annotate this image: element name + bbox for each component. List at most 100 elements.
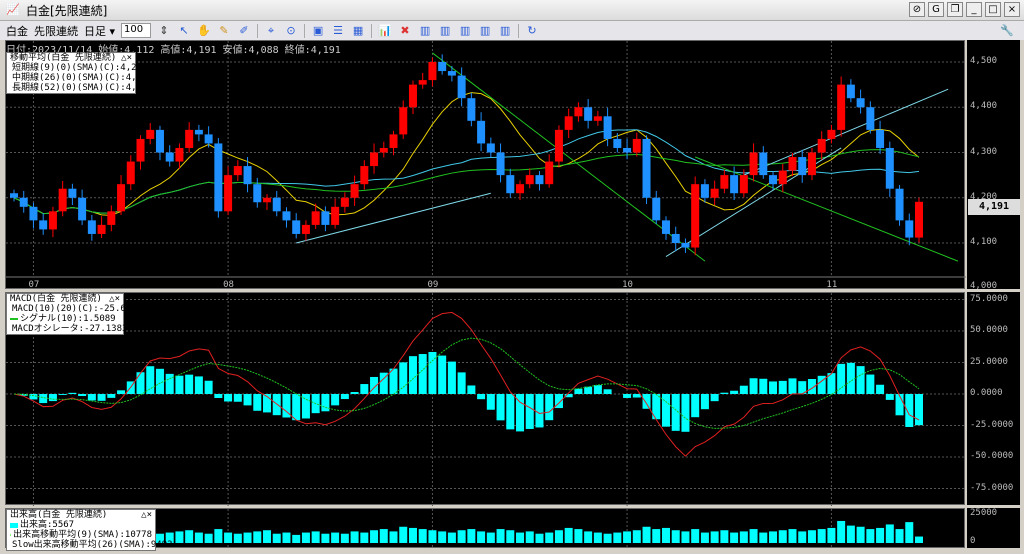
volume-bar [603,533,612,543]
indicator-5-icon[interactable]: ▥ [498,24,512,38]
volume-bar [516,532,525,543]
oscillator-bar [97,394,106,401]
up-circle-icon[interactable]: ⊙ [284,24,298,38]
oscillator-bar [632,394,641,398]
candle [769,175,778,185]
oscillator-bar [87,394,96,401]
candle [457,75,466,99]
volume-bar [506,530,515,543]
volume-bar [730,532,739,543]
oscillator-bar [408,356,417,394]
candle [807,152,816,176]
volume-bar [418,529,427,543]
indicator-3-icon[interactable]: ▥ [458,24,472,38]
candle [233,166,242,176]
volume-bar [447,532,456,543]
volume-bar [574,529,583,543]
volume-bar [272,533,281,543]
slow-volume-ma-label: Slow出来高移動平均(26)(SMA):9493 [12,540,173,550]
draw-line-icon[interactable]: ✐ [237,24,251,38]
volume-bar [632,530,641,543]
link-icon[interactable]: ⊘ [909,2,925,17]
oscillator-bar [720,392,729,394]
indicator-icon[interactable]: 📊 [378,24,392,38]
macd-tick: 0.0000 [970,388,1003,398]
minimize-button[interactable]: _ [966,2,982,17]
volume-bar [340,533,349,543]
volume-bar [817,529,826,543]
legend-close-icon[interactable]: △× [109,294,120,304]
oscillator-bar [175,375,184,394]
pencil-icon[interactable]: ✎ [217,24,231,38]
grid-icon[interactable]: ▦ [351,24,365,38]
macd-legend-title: MACD(白金 先限連続) [10,294,102,304]
copy-window-icon[interactable]: ❐ [947,2,963,17]
volume-bar [331,532,340,543]
oscillator-bar [525,394,534,429]
volume-bar [593,532,602,543]
refresh-g-icon[interactable]: G [928,2,944,17]
oscillator-bar [438,355,447,394]
trend-line [743,88,949,176]
candle [389,134,398,148]
volume-bar [623,531,632,543]
candle [48,211,57,230]
oscillator-bar [535,394,544,428]
maximize-button[interactable]: □ [985,2,1001,17]
legend-close-icon[interactable]: △× [141,510,152,520]
candle [68,188,77,198]
candle [243,166,252,185]
reload-icon[interactable]: ↻ [525,24,539,38]
volume-bar [204,533,213,543]
candle [584,107,593,121]
hand-icon[interactable]: ✋ [197,24,211,38]
contract-selector[interactable]: 先限連続 [34,23,78,39]
oscillator-bar [185,374,194,394]
chart-settings-icon[interactable]: ▣ [311,24,325,38]
volume-tick: 25000 [970,508,998,518]
candle [263,197,272,203]
price-tick: 4,100 [970,237,998,247]
macd-tick: 75.0000 [970,294,1008,304]
symbol-selector[interactable]: 白金 [6,23,28,39]
candle [554,129,563,162]
volume-bar [321,533,330,543]
oscillator-bar [642,394,651,409]
oscillator-bar [447,361,456,394]
divider [518,23,520,38]
close-button[interactable]: × [1004,2,1020,17]
indicator-4-icon[interactable]: ▥ [478,24,492,38]
indicator-2-icon[interactable]: ▥ [438,24,452,38]
oscillator-bar [321,394,330,412]
candle [29,206,38,221]
pointer-icon[interactable]: ↖ [177,24,191,38]
month-label: 07 [28,280,39,290]
list-icon[interactable]: ☰ [331,24,345,38]
volume-bar [214,529,223,543]
oscillator-bar [846,362,855,394]
macd-chart[interactable] [6,293,966,554]
macd-panel[interactable] [5,292,966,554]
crosshair-icon[interactable]: ⌖ [264,24,278,38]
period-dropdown[interactable]: 日足 ▾ [84,23,115,39]
candle [778,170,787,185]
bar-count-input[interactable]: 100 [121,23,152,38]
remove-indicator-icon[interactable]: ✖ [398,24,412,38]
candle [525,175,534,185]
oscillator-bar [331,394,340,406]
macd-tick: 50.0000 [970,325,1008,335]
chart-app-icon: 📈 [6,3,20,16]
volume-ma-label: 出来高移動平均(9)(SMA):10778 [13,530,152,540]
volume-bar [749,529,758,543]
oscillator-bar [603,389,612,394]
volume-bar [895,529,904,543]
divider [304,23,306,38]
candle [827,129,836,139]
volume-bar [370,530,379,543]
spinner-icon[interactable]: ⇕ [157,24,171,38]
wrench-icon[interactable]: 🔧 [1000,24,1014,38]
legend-close-icon[interactable]: △× [121,53,132,63]
oscillator-bar [486,394,495,410]
volume-bar [389,531,398,543]
indicator-1-icon[interactable]: ▥ [418,24,432,38]
